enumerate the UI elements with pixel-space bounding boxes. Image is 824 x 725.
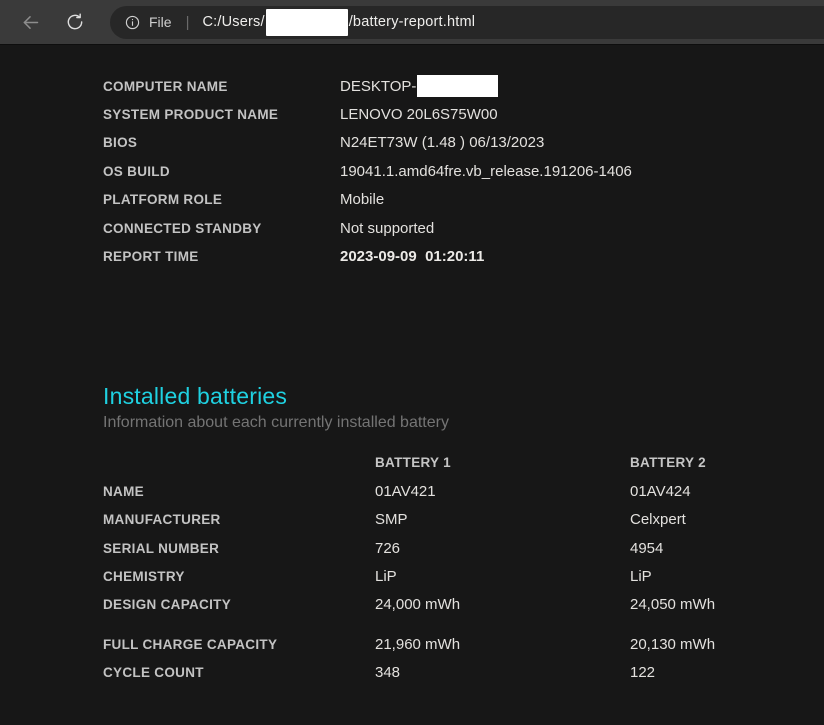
computer-name-value: DESKTOP-: [340, 75, 824, 98]
battery1-value: SMP: [375, 511, 408, 529]
site-info-chip[interactable]: File: [124, 14, 172, 31]
row-label: BIOS: [103, 135, 138, 151]
reload-button[interactable]: [58, 5, 92, 39]
row-label: PLATFORM ROLE: [103, 192, 223, 208]
row-label: MANUFACTURER: [103, 512, 221, 528]
table-header-row: BATTERY 1 BATTERY 2: [103, 449, 824, 477]
back-arrow-icon: [20, 12, 41, 33]
battery2-value: Celxpert: [630, 511, 686, 529]
column-header-battery-2: BATTERY 2: [630, 455, 706, 471]
url-text: C:/Users/ /battery-report.html: [202, 8, 476, 36]
row-value: DESKTOP-: [340, 77, 417, 95]
address-bar[interactable]: File | C:/Users/ /battery-report.html: [110, 5, 824, 39]
battery1-value: 01AV421: [375, 482, 436, 500]
row-label: REPORT TIME: [103, 249, 199, 265]
table-row: BIOS N24ET73W (1.48 ) 06/13/2023: [103, 129, 824, 157]
table-row: COMPUTER NAME DESKTOP-: [103, 72, 824, 100]
table-row: NAME 01AV421 01AV424: [103, 477, 824, 505]
battery2-value: 20,130 mWh: [630, 635, 716, 653]
battery1-value: 24,000 mWh: [375, 596, 461, 614]
row-value: N24ET73W (1.48 ) 06/13/2023: [340, 134, 545, 152]
section-title: Installed batteries: [103, 382, 288, 409]
table-row: PLATFORM ROLE Mobile: [103, 186, 824, 214]
battery1-value: 726: [375, 539, 401, 557]
row-label: CHEMISTRY: [103, 568, 185, 584]
battery1-value: 348: [375, 664, 401, 682]
system-info-table: COMPUTER NAME DESKTOP- SYSTEM PRODUCT NA…: [103, 72, 824, 271]
table-row: REPORT TIME 2023-09-09 01:20:11: [103, 242, 824, 270]
row-label: DESIGN CAPACITY: [103, 597, 232, 613]
battery1-value: 21,960 mWh: [375, 635, 461, 653]
url-suffix: /battery-report.html: [348, 14, 476, 30]
url-prefix: C:/Users/: [202, 14, 265, 30]
section-subtitle: Information about each currently install…: [103, 413, 449, 431]
url-redaction-box: [265, 8, 348, 36]
row-label: COMPUTER NAME: [103, 78, 228, 94]
table-row: CYCLE COUNT 348 122: [103, 658, 824, 686]
battery-report-page: COMPUTER NAME DESKTOP- SYSTEM PRODUCT NA…: [0, 45, 824, 687]
info-icon: [124, 14, 141, 31]
row-label: CONNECTED STANDBY: [103, 220, 262, 236]
battery2-value: LiP: [630, 567, 652, 585]
table-row: CHEMISTRY LiP LiP: [103, 562, 824, 590]
installed-batteries-table: BATTERY 1 BATTERY 2 NAME 01AV421 01AV424…: [103, 449, 824, 687]
report-time-value: 2023-09-09 01:20:11: [340, 248, 485, 266]
battery2-value: 4954: [630, 539, 664, 557]
table-row: FULL CHARGE CAPACITY 21,960 mWh 20,130 m…: [103, 630, 824, 658]
file-scheme-label: File: [149, 14, 172, 30]
address-separator: |: [185, 13, 190, 31]
reload-icon: [65, 12, 85, 32]
row-label: CYCLE COUNT: [103, 665, 204, 681]
table-row: OS BUILD 19041.1.amd64fre.vb_release.191…: [103, 157, 824, 185]
computer-name-redaction-box: [417, 75, 499, 98]
row-label: NAME: [103, 483, 144, 499]
back-button[interactable]: [13, 5, 47, 39]
battery2-value: 24,050 mWh: [630, 596, 716, 614]
table-row: CONNECTED STANDBY Not supported: [103, 214, 824, 242]
table-row: DESIGN CAPACITY 24,000 mWh 24,050 mWh: [103, 591, 824, 619]
table-row: SERIAL NUMBER 726 4954: [103, 534, 824, 562]
installed-batteries-section-header: Installed batteries Information about ea…: [103, 381, 824, 435]
row-value: Not supported: [340, 219, 435, 237]
battery1-value: LiP: [375, 567, 397, 585]
table-row: SYSTEM PRODUCT NAME LENOVO 20L6S75W00: [103, 100, 824, 128]
row-value: Mobile: [340, 191, 385, 209]
row-label: SYSTEM PRODUCT NAME: [103, 107, 279, 123]
row-label: SERIAL NUMBER: [103, 540, 220, 556]
battery2-value: 01AV424: [630, 482, 691, 500]
row-label: FULL CHARGE CAPACITY: [103, 636, 278, 652]
row-value: LENOVO 20L6S75W00: [340, 106, 498, 124]
column-header-battery-1: BATTERY 1: [375, 455, 451, 471]
browser-toolbar: File | C:/Users/ /battery-report.html: [0, 0, 824, 45]
battery2-value: 122: [630, 664, 656, 682]
row-label: OS BUILD: [103, 163, 170, 179]
table-row: MANUFACTURER SMP Celxpert: [103, 506, 824, 534]
row-value: 19041.1.amd64fre.vb_release.191206-1406: [340, 162, 632, 180]
